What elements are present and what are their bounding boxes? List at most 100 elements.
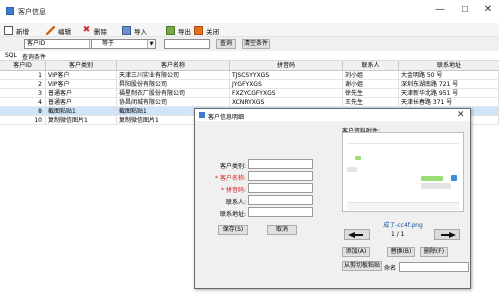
- cell-type: 截图粘贴1: [46, 107, 117, 116]
- next-attachment-button[interactable]: [434, 229, 460, 240]
- cell-contact: 刘小姐: [343, 71, 399, 80]
- cell-pinyin: XCNRYXGS: [230, 98, 343, 107]
- avatar: [451, 175, 457, 181]
- cell-id: 1: [0, 71, 46, 80]
- delete-attachment-button[interactable]: 删除(F): [420, 247, 448, 257]
- cell-contact: 王先生: [343, 98, 399, 107]
- close-window-button[interactable]: ✕: [478, 3, 498, 17]
- filter-value-input[interactable]: [164, 39, 210, 49]
- prev-attachment-button[interactable]: [344, 229, 370, 240]
- column-header[interactable]: 客户ID: [0, 61, 46, 71]
- export-button[interactable]: 导出: [166, 25, 191, 36]
- cell-contact: 谢小姐: [343, 80, 399, 89]
- label-contact-text: 联系人:: [225, 199, 246, 206]
- filter-bar: 客户ID ▼ 等于 ▼ 查询 清空条件: [0, 37, 499, 51]
- window-title: 客户信息: [18, 8, 46, 16]
- address-field[interactable]: [248, 207, 313, 217]
- chat-input-bar: [347, 202, 459, 210]
- chat-bubble: [347, 167, 357, 172]
- clear-conditions-button[interactable]: 清空条件: [242, 39, 270, 49]
- pinyin-field[interactable]: [248, 183, 313, 193]
- save-button[interactable]: 保存(S): [218, 225, 248, 235]
- required-mark: *: [215, 175, 219, 182]
- operator-select[interactable]: 等于 ▼: [91, 39, 156, 49]
- field-select-value: 客户ID: [27, 40, 46, 47]
- dialog-title: 客户信息明细: [208, 114, 245, 121]
- column-header[interactable]: 拼音码: [230, 61, 343, 71]
- cell-name: 福星制衣厂股份有限公司: [117, 89, 230, 98]
- export-icon: [166, 26, 175, 35]
- cell-id: 4: [0, 98, 46, 107]
- query-conditions-tab[interactable]: 查询条件: [22, 52, 46, 61]
- close-icon: [194, 26, 203, 35]
- rename-label: 命名: [384, 265, 397, 272]
- operator-select-value: 等于: [102, 40, 115, 47]
- page-indicator: 1 / 1: [391, 231, 405, 238]
- export-label: 导出: [178, 27, 191, 36]
- cancel-button[interactable]: 取消: [267, 225, 297, 235]
- cell-address: 大金明路 50 号: [399, 71, 499, 80]
- required-mark: *: [221, 187, 225, 194]
- label-pinyin-text: 拼音码:: [225, 187, 246, 194]
- cell-id: 8: [0, 107, 46, 116]
- dialog-icon: [199, 112, 205, 118]
- table-row[interactable]: 2 VIP客户 昇阳股份有限公司 JYGFYXGS 谢小姐 深圳东湖南路 721…: [0, 80, 499, 89]
- attachment-nav: 1 / 1: [342, 228, 464, 241]
- cell-pinyin: TJSCSYYXGS: [230, 71, 343, 80]
- arrow-right-icon: [441, 232, 456, 238]
- chevron-down-icon: ▼: [147, 40, 155, 48]
- customer-name-field[interactable]: [248, 171, 313, 181]
- import-button[interactable]: 导入: [122, 25, 147, 36]
- cell-id: 10: [0, 116, 46, 125]
- paste-clipboard-button[interactable]: 从剪切板粘贴: [342, 261, 382, 271]
- query-button[interactable]: 查询: [216, 39, 236, 49]
- toolbar: 新增 编辑 ✖ 删除 导入 导出 关闭: [0, 23, 499, 37]
- delete-button[interactable]: ✖ 删除: [82, 25, 107, 36]
- column-header[interactable]: 联系地址: [399, 61, 499, 71]
- edit-icon: [46, 26, 55, 35]
- cell-id: 3: [0, 89, 46, 98]
- cell-name: 昇阳股份有限公司: [117, 80, 230, 89]
- table-row[interactable]: 4 普通客户 协昌闭城有限公司 XCNRYXGS 王先生 天津长春路 371 号: [0, 98, 499, 107]
- edit-button[interactable]: 编辑: [46, 25, 71, 36]
- chat-bubble: [421, 176, 443, 181]
- cell-address: 深圳东湖南路 721 号: [399, 80, 499, 89]
- add-attachment-button[interactable]: 添加(A): [342, 247, 370, 257]
- close-button[interactable]: 关闭: [194, 25, 219, 36]
- attachment-preview[interactable]: [342, 132, 464, 212]
- sql-tab[interactable]: SQL: [5, 52, 17, 59]
- customer-type-field[interactable]: [248, 159, 313, 169]
- cell-address: 天津长春路 371 号: [399, 98, 499, 107]
- column-header[interactable]: 客户类别: [46, 61, 117, 71]
- label-pinyin: * 拼音码:: [198, 185, 246, 194]
- cell-type: 复制微信图片1: [46, 116, 117, 125]
- new-label: 新增: [16, 27, 29, 36]
- cell-type: 普通客户: [46, 89, 117, 98]
- arrow-left-icon: [348, 232, 363, 238]
- replace-attachment-button[interactable]: 替换(B): [387, 247, 415, 257]
- column-header[interactable]: 客户名称: [117, 61, 230, 71]
- minimize-button[interactable]: —: [430, 3, 450, 17]
- import-icon: [122, 26, 131, 35]
- cell-id: 2: [0, 80, 46, 89]
- import-label: 导入: [134, 27, 147, 36]
- new-button[interactable]: 新增: [4, 25, 29, 36]
- cell-address: 天津新华北路 951 号: [399, 89, 499, 98]
- column-header[interactable]: 联系人: [343, 61, 399, 71]
- rename-input[interactable]: [399, 262, 469, 272]
- table-header: 客户ID 客户类别 客户名称 拼音码 联系人 联系地址: [0, 61, 499, 71]
- cell-type: VIP客户: [46, 71, 117, 80]
- label-type-text: 客户类别:: [219, 163, 246, 170]
- label-address-text: 联系地址:: [219, 211, 246, 218]
- table-row[interactable]: 3 普通客户 福星制衣厂股份有限公司 FXZYCGFYXGS 徐先生 天津新华北…: [0, 89, 499, 98]
- cell-name: 协昌闭城有限公司: [117, 98, 230, 107]
- field-select[interactable]: 客户ID ▼: [24, 39, 98, 49]
- maximize-button[interactable]: ☐: [455, 3, 475, 17]
- cell-name: 天津三川实业有限公司: [117, 71, 230, 80]
- contact-field[interactable]: [248, 195, 313, 205]
- dialog-close-button[interactable]: ✕: [457, 110, 465, 120]
- window-titlebar: 客户信息 — ☐ ✕: [0, 0, 499, 23]
- table-row[interactable]: 1 VIP客户 天津三川实业有限公司 TJSCSYYXGS 刘小姐 大金明路 5…: [0, 71, 499, 80]
- sql-bar: SQL 查询条件: [0, 51, 499, 61]
- label-type: 客户类别:: [198, 161, 246, 170]
